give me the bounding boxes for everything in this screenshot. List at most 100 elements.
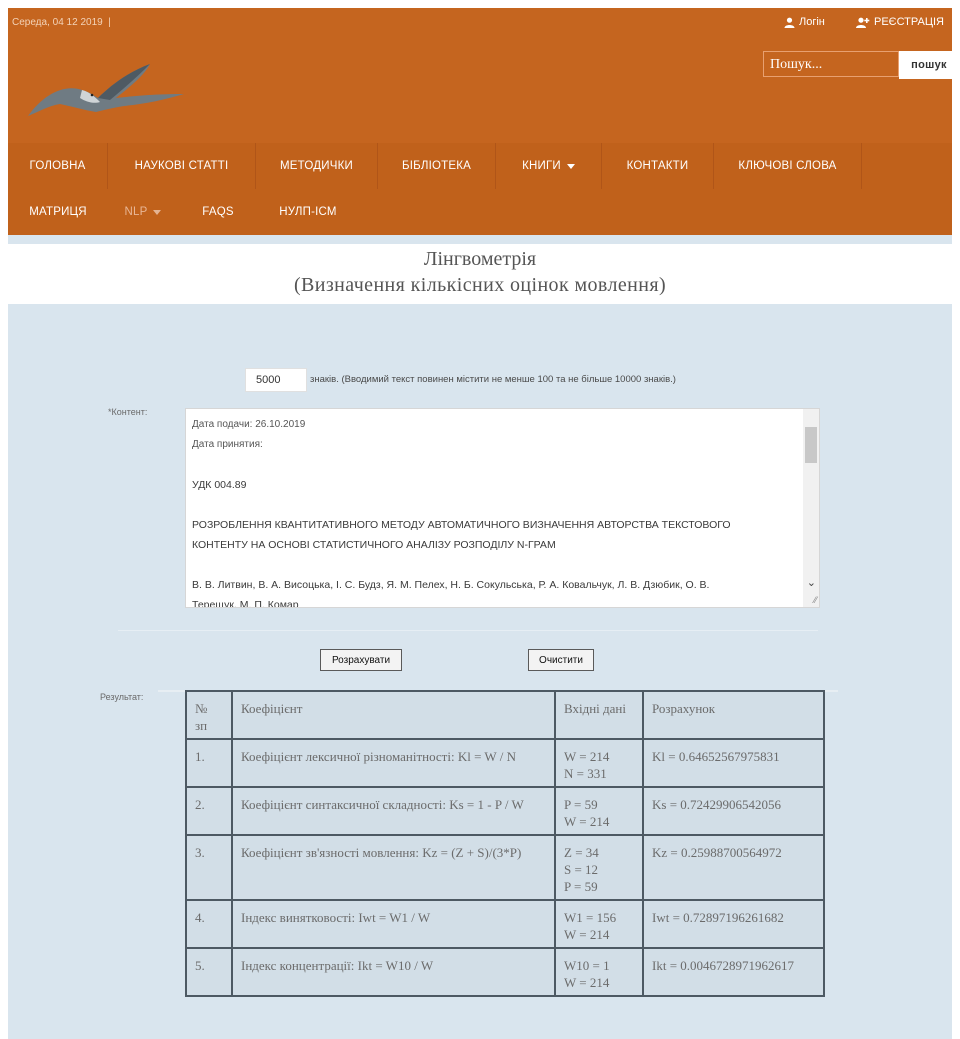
content-line: Дата принятия: [192,439,263,450]
nav-nlp-label: NLP [124,206,148,218]
input-value: W = 214 [564,927,610,942]
content-line: Терещук, М. П. Комар [192,599,299,608]
row-number: 3. [185,834,233,901]
input-values: P = 59 W = 214 [554,786,644,836]
nav-item-library[interactable]: БІБЛІОТЕКА [378,143,496,189]
content-scrollbar[interactable]: ⌄ [803,409,819,607]
nav-item-nlp[interactable]: NLP [108,189,178,235]
nav-item-keywords[interactable]: КЛЮЧОВІ СЛОВА [714,143,862,189]
char-count-note: знаків. (Вводимий текст повинен містити … [310,374,676,385]
calculate-button[interactable]: Розрахувати [320,649,402,671]
coefficient-name: Коефіцієнт лексичної різноманітності: Kl… [231,738,556,788]
content-line [192,495,802,515]
page-title-line-2: (Визначення кількісних оцінок мовлення) [293,274,667,296]
nav-row-2: МАТРИЦЯ NLP FAQS НУЛП-ІСМ [8,189,358,235]
chevron-down-icon [566,163,575,169]
table-row: 3. Коефіцієнт зв'язності мовлення: Kz = … [185,834,825,901]
site-logo[interactable] [24,54,189,129]
table-row: 2. Коефіцієнт синтаксичної складності: K… [185,786,825,836]
nav-item-contacts[interactable]: КОНТАКТИ [602,143,714,189]
input-values: W1 = 156 W = 214 [554,899,644,949]
register-link[interactable]: РЕЄСТРАЦІЯ [856,16,944,28]
add-user-icon [856,17,870,28]
seagull-logo-icon [28,64,184,116]
result-value: Ks = 0.72429906542056 [642,786,825,836]
table-row: 1. Коефіцієнт лексичної різноманітності:… [185,738,825,788]
result-value: Ikt = 0.0046728971962617 [642,947,825,997]
user-icon [784,17,795,28]
input-values: W = 214 N = 331 [554,738,644,788]
result-value: Kl = 0.64652567975831 [642,738,825,788]
results-table: № зп Коефіцієнт Вхідні дані Розрахунок 1… [185,690,825,997]
input-value: W = 214 [564,814,610,829]
clear-button[interactable]: Очистити [528,649,594,671]
content-line: Дата подачи: 26.10.2019 [192,419,306,430]
input-value: S = 12 [564,862,599,877]
nav-item-nulp-ism[interactable]: НУЛП-ІСМ [258,189,358,235]
nav-item-articles[interactable]: НАУКОВІ СТАТТІ [108,143,256,189]
table-row: 5. Індекс концентрації: Ikt = W10 / W W1… [185,947,825,997]
content-line [192,455,802,475]
row-number: 5. [185,947,233,997]
content-label: *Контент: [108,407,148,417]
content-line: УДК 004.89 [192,479,247,491]
login-label: Логін [799,16,825,28]
table-header-row: № зп Коефіцієнт Вхідні дані Розрахунок [185,690,825,740]
content-textarea[interactable]: Дата подачи: 26.10.2019 Дата принятия: У… [185,408,820,608]
site-header: Середа, 04 12 2019 | Логін РЕЄСТРАЦІЯ По… [8,8,952,143]
resize-handle-icon[interactable]: ⁄⁄ [814,595,817,605]
nav-item-matrix[interactable]: МАТРИЦЯ [8,189,108,235]
login-link[interactable]: Логін [784,16,825,28]
coefficient-name: Коефіцієнт зв'язності мовлення: Kz = (Z … [231,834,556,901]
current-date: Середа, 04 12 2019 | [12,17,111,28]
nav-item-manuals[interactable]: МЕТОДИЧКИ [256,143,378,189]
page: Середа, 04 12 2019 | Логін РЕЄСТРАЦІЯ По… [8,8,952,1039]
input-value: W = 214 [564,975,610,990]
nav-item-home[interactable]: ГОЛОВНА [8,143,108,189]
content-line [192,555,802,575]
col-header-inputs: Вхідні дані [554,690,644,740]
nav-row-1: ГОЛОВНА НАУКОВІ СТАТТІ МЕТОДИЧКИ БІБЛІОТ… [8,143,862,189]
search-form: Пошук... пошук [763,51,952,79]
chevron-down-icon[interactable]: ⌄ [807,576,816,589]
nav-item-faqs[interactable]: FAQS [178,189,258,235]
divider [118,630,818,631]
col-header-result: Розрахунок [642,690,825,740]
input-value: W10 = 1 [564,958,610,973]
content-line: В. В. Литвин, В. А. Висоцька, І. С. Будз… [192,579,710,591]
table-row: 4. Індекс винятковості: Iwt = W1 / W W1 … [185,899,825,949]
input-value: Z = 34 [564,845,599,860]
search-input[interactable]: Пошук... [763,51,899,77]
col-header-coefficient: Коефіцієнт [231,690,556,740]
input-value: W = 214 [564,749,610,764]
content-line: КОНТЕНТУ НА ОСНОВІ СТАТИСТИЧНОГО АНАЛІЗУ… [192,539,556,551]
main-navigation: ГОЛОВНА НАУКОВІ СТАТТІ МЕТОДИЧКИ БІБЛІОТ… [8,143,952,235]
input-value: P = 59 [564,797,598,812]
input-value: N = 331 [564,766,607,781]
row-number: 1. [185,738,233,788]
input-value: W1 = 156 [564,910,617,925]
page-title: Лінгвометрія (Визначення кількісних оцін… [8,244,952,304]
nav-books-label: КНИГИ [522,160,561,172]
coefficient-name: Індекс концентрації: Ikt = W10 / W [231,947,556,997]
scrollbar-thumb[interactable] [805,427,817,463]
content-line: РОЗРОБЛЕННЯ КВАНТИТАТИВНОГО МЕТОДУ АВТОМ… [192,519,731,531]
row-number: 4. [185,899,233,949]
coefficient-name: Індекс винятковості: Iwt = W1 / W [231,899,556,949]
char-count-input[interactable]: 5000 [245,368,307,392]
input-values: W10 = 1 W = 214 [554,947,644,997]
content-text: Дата подачи: 26.10.2019 Дата принятия: У… [192,415,802,608]
result-label: Результат: [100,692,144,702]
page-title-line-1: Лінгвометрія [423,248,537,270]
col-header-number: № зп [185,690,233,740]
coefficient-name: Коефіцієнт синтаксичної складності: Ks =… [231,786,556,836]
top-bar: Середа, 04 12 2019 | Логін РЕЄСТРАЦІЯ [8,8,952,40]
search-button[interactable]: пошук [899,51,952,79]
nav-item-books[interactable]: КНИГИ [496,143,602,189]
chevron-down-icon [153,209,162,215]
input-value: P = 59 [564,879,598,894]
result-value: Iwt = 0.72897196261682 [642,899,825,949]
input-values: Z = 34 S = 12 P = 59 [554,834,644,901]
register-label: РЕЄСТРАЦІЯ [874,16,944,28]
result-value: Kz = 0.25988700564972 [642,834,825,901]
